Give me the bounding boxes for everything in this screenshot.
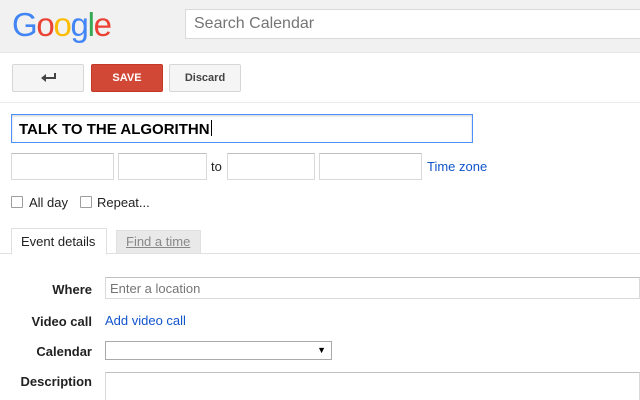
calendar-select[interactable]: ▼ [105, 341, 332, 360]
tab-event-details[interactable]: Event details [11, 228, 107, 255]
end-date-field[interactable] [319, 153, 422, 180]
start-date-field[interactable] [11, 153, 114, 180]
app-header: Google [0, 0, 640, 53]
logo-letter: o [53, 6, 71, 43]
all-day-label: All day [29, 195, 69, 210]
discard-button[interactable]: Discard [169, 64, 241, 92]
all-day-option[interactable]: All day [11, 195, 81, 211]
description-textarea[interactable] [105, 372, 640, 400]
calendar-label: Calendar [36, 344, 92, 359]
save-button[interactable]: SAVE [91, 64, 163, 92]
description-label: Description [20, 374, 92, 389]
logo-letter: o [36, 6, 54, 43]
text-caret [210, 120, 212, 136]
logo-letter: g [70, 6, 89, 43]
toolbar: SAVE Discard [0, 53, 640, 103]
all-day-checkbox[interactable] [11, 196, 23, 208]
search-input[interactable] [185, 9, 640, 39]
dropdown-arrow-icon: ▼ [317, 345, 326, 355]
repeat-option[interactable]: Repeat... [80, 195, 160, 211]
where-label: Where [52, 282, 92, 297]
repeat-label: Repeat... [97, 195, 150, 210]
time-zone-link[interactable]: Time zone [427, 159, 487, 174]
event-title-input[interactable]: TALK TO THE ALGORITHN [11, 114, 473, 143]
logo-letter: e [93, 6, 112, 43]
location-input[interactable] [105, 277, 640, 299]
event-title-text: TALK TO THE ALGORITHN [19, 121, 210, 138]
repeat-checkbox[interactable] [80, 196, 92, 208]
logo-letter: G [12, 6, 38, 43]
start-time-field[interactable] [118, 153, 207, 180]
video-call-label: Video call [31, 314, 92, 329]
tab-find-a-time[interactable]: Find a time [116, 230, 201, 254]
google-logo[interactable]: Google [12, 6, 112, 44]
back-arrow-icon [41, 73, 56, 82]
to-label: to [211, 159, 222, 174]
back-button[interactable] [12, 64, 84, 92]
detail-tabs: Event details Find a time [0, 228, 640, 255]
end-time-field[interactable] [227, 153, 315, 180]
add-video-call-link[interactable]: Add video call [105, 313, 186, 328]
